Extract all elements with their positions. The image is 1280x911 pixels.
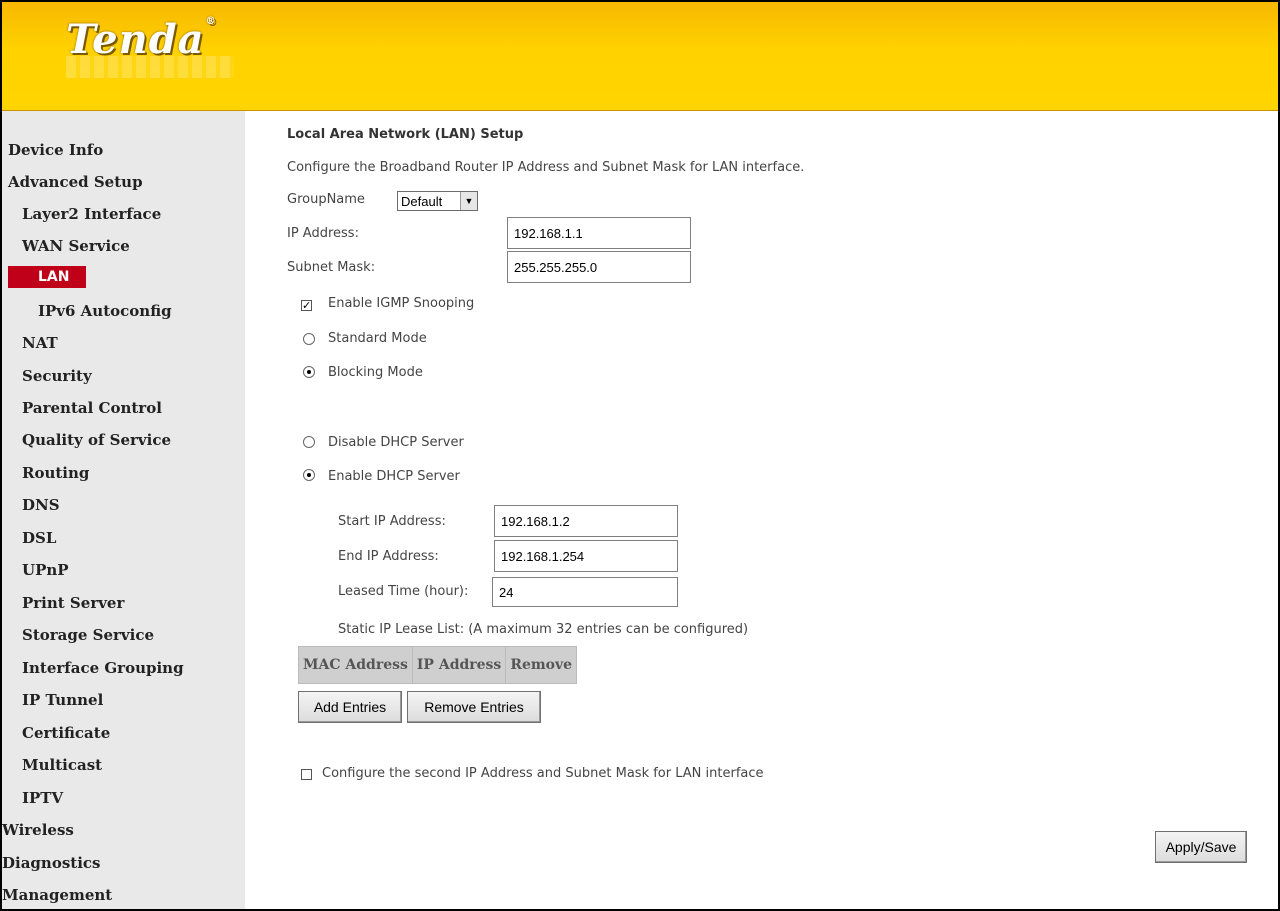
lease-time-label: Leased Time (hour): <box>338 584 469 599</box>
sidebar-item-wan-service[interactable]: WAN Service <box>22 235 130 257</box>
static-lease-note: Static IP Lease List: (A maximum 32 entr… <box>338 622 749 637</box>
static-lease-table: MAC Address IP Address Remove <box>298 646 578 684</box>
standard-mode-label: Standard Mode <box>328 331 427 346</box>
page-title: Local Area Network (LAN) Setup <box>287 127 524 142</box>
igmp-snooping-checkbox[interactable]: ✓ <box>301 300 312 311</box>
end-ip-field[interactable]: 192.168.1.254 <box>494 540 678 572</box>
sidebar-item-ipv6-autoconfig[interactable]: IPv6 Autoconfig <box>38 300 172 322</box>
enable-dhcp-radio[interactable] <box>303 469 315 481</box>
sidebar-item-dns[interactable]: DNS <box>22 494 60 516</box>
enable-dhcp-label: Enable DHCP Server <box>328 469 460 484</box>
sidebar-item-storage-service[interactable]: Storage Service <box>22 624 154 646</box>
chevron-down-icon[interactable]: ▼ <box>460 192 477 210</box>
registered-mark: ® <box>205 16 217 27</box>
sidebar-item-security[interactable]: Security <box>22 365 92 387</box>
sidebar-item-management[interactable]: Management <box>2 884 112 906</box>
subnet-mask-label: Subnet Mask: <box>287 260 376 275</box>
subnet-mask-field[interactable]: 255.255.255.0 <box>507 251 691 283</box>
sidebar-item-certificate[interactable]: Certificate <box>22 722 110 744</box>
start-ip-field[interactable]: 192.168.1.2 <box>494 505 678 537</box>
apply-save-button[interactable]: Apply/Save <box>1155 831 1247 863</box>
main-content: Local Area Network (LAN) Setup Configure… <box>245 111 1278 909</box>
start-ip-label: Start IP Address: <box>338 514 446 529</box>
disable-dhcp-radio[interactable] <box>303 436 315 448</box>
sidebar-item-dsl[interactable]: DSL <box>22 527 56 549</box>
sidebar-item-device-info[interactable]: Device Info <box>8 139 103 161</box>
disable-dhcp-label: Disable DHCP Server <box>328 435 464 450</box>
sidebar-item-print-server[interactable]: Print Server <box>22 592 124 614</box>
remove-entries-button[interactable]: Remove Entries <box>407 691 541 723</box>
ip-address-label: IP Address: <box>287 226 359 241</box>
column-mac-address: MAC Address <box>298 646 413 684</box>
end-ip-label: End IP Address: <box>338 549 439 564</box>
sidebar-item-upnp[interactable]: UPnP <box>22 559 69 581</box>
ip-address-field[interactable]: 192.168.1.1 <box>507 217 691 249</box>
blocking-mode-radio[interactable] <box>303 366 315 378</box>
sidebar-item-diagnostics[interactable]: Diagnostics <box>2 852 100 874</box>
sidebar-item-nat[interactable]: NAT <box>22 332 58 354</box>
group-name-label: GroupName <box>287 192 365 207</box>
group-name-value: Default <box>401 193 443 209</box>
sidebar-item-ip-tunnel[interactable]: IP Tunnel <box>22 689 103 711</box>
router-admin-window: Tenda® Device Info Advanced Setup Layer2… <box>0 0 1280 911</box>
sidebar-item-advanced-setup[interactable]: Advanced Setup <box>8 171 143 193</box>
sidebar-item-lan-label: LAN <box>38 269 70 285</box>
sidebar-item-interface-grouping[interactable]: Interface Grouping <box>22 657 184 679</box>
standard-mode-radio[interactable] <box>303 333 315 345</box>
sidebar-item-layer2-interface[interactable]: Layer2 Interface <box>22 203 161 225</box>
header-banner: Tenda® <box>2 2 1278 111</box>
lease-time-field[interactable]: 24 <box>492 577 678 607</box>
igmp-snooping-label: Enable IGMP Snooping <box>328 296 475 311</box>
column-ip-address: IP Address <box>411 646 507 684</box>
page-description: Configure the Broadband Router IP Addres… <box>287 160 805 175</box>
sidebar-item-routing[interactable]: Routing <box>22 462 89 484</box>
lease-table-header-row: MAC Address IP Address Remove <box>298 646 578 684</box>
sidebar-item-wireless[interactable]: Wireless <box>2 819 74 841</box>
sidebar-item-lan[interactable]: LAN <box>8 266 86 288</box>
sidebar-item-parental-control[interactable]: Parental Control <box>22 397 162 419</box>
add-entries-button[interactable]: Add Entries <box>298 691 402 723</box>
blocking-mode-label: Blocking Mode <box>328 365 423 380</box>
second-ip-label: Configure the second IP Address and Subn… <box>322 766 764 781</box>
logo-reflection <box>66 56 234 78</box>
sidebar-item-quality-of-service[interactable]: Quality of Service <box>22 429 171 451</box>
sidebar-item-multicast[interactable]: Multicast <box>22 754 102 776</box>
group-name-select[interactable]: Default ▼ <box>397 191 478 211</box>
sidebar-nav: Device Info Advanced Setup Layer2 Interf… <box>2 111 245 909</box>
sidebar-item-iptv[interactable]: IPTV <box>22 787 63 809</box>
second-ip-checkbox[interactable] <box>301 769 312 780</box>
column-remove: Remove <box>505 646 578 684</box>
